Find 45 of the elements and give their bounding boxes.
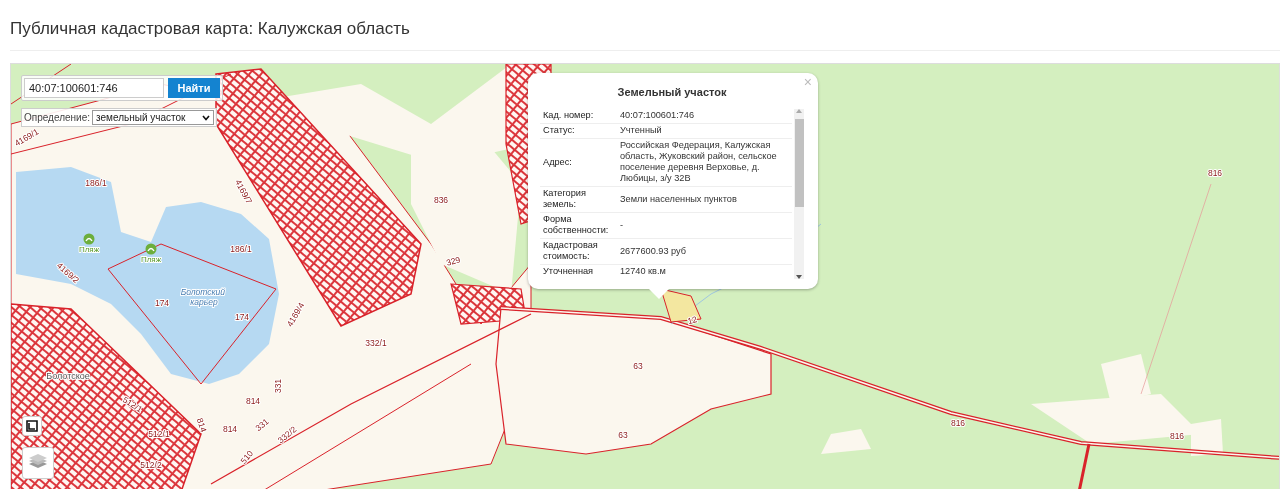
- page-title: Публичная кадастровая карта: Калужская область: [10, 19, 1280, 51]
- field-value: 2677600.93 руб: [619, 245, 688, 257]
- parcel-number: 186/1: [85, 178, 107, 188]
- parcel-number: 174: [234, 312, 250, 322]
- parcel-number: 816: [1169, 431, 1185, 441]
- field-value: 12740 кв.м: [619, 266, 667, 277]
- parcel-number: 331: [273, 378, 283, 394]
- search-field[interactable]: 40:07:100601:746: [24, 78, 164, 98]
- popup-title: Земельный участок: [616, 86, 728, 98]
- field-label: Категория земель:: [542, 188, 587, 210]
- parcel-number: 174: [154, 298, 170, 308]
- lake-label: Болотский карьер: [180, 287, 225, 307]
- field-label: Статус:: [542, 125, 576, 136]
- parcel-number: 332/1: [365, 338, 387, 348]
- village-label: Болотское: [46, 371, 90, 381]
- parcel-number: 836: [433, 195, 449, 205]
- field-label: Уточненная: [542, 266, 595, 277]
- poi-label: Пляж: [78, 245, 100, 254]
- parcel-number: 331: [253, 416, 271, 434]
- parcel-number: 512/2: [140, 460, 162, 470]
- field-label: Кадастровая стоимость:: [542, 240, 599, 262]
- field-value: 40:07:100601:746: [619, 110, 696, 121]
- parcel-number: 63: [618, 430, 628, 440]
- field-value: Земли населенных пунктов: [619, 193, 738, 205]
- definition-label: Определение:: [24, 112, 90, 123]
- parcel-number: 510: [238, 448, 256, 466]
- parcel-number: 329: [445, 254, 462, 268]
- field-value: Российская Федерация, Калужская область, Жуковский район, сельское поселение деревня Верховье, д. Любицы, з/у 32В: [619, 140, 778, 184]
- parcel-number: 512/1: [148, 429, 170, 439]
- parcel-number: 186/1: [230, 244, 252, 254]
- field-label: Форма собственности:: [542, 214, 610, 236]
- parcel-number: 814: [194, 416, 209, 434]
- parcel-number: 816: [950, 418, 966, 428]
- field-label: Адрес:: [542, 156, 573, 168]
- search-button[interactable]: Найти: [168, 78, 220, 98]
- parcel-number: 12: [686, 314, 699, 327]
- definition-dropdown[interactable]: земельный участок: [92, 110, 214, 125]
- field-value: -: [619, 219, 625, 231]
- parcel-number: 814: [245, 396, 261, 406]
- parcel-number: 816: [1207, 168, 1223, 178]
- field-label: Кад. номер:: [542, 110, 595, 121]
- poi-label: Пляж: [140, 255, 162, 264]
- parcel-number: 63: [633, 361, 643, 371]
- field-value: Учтенный: [619, 125, 663, 136]
- parcel-number: 814: [222, 424, 238, 434]
